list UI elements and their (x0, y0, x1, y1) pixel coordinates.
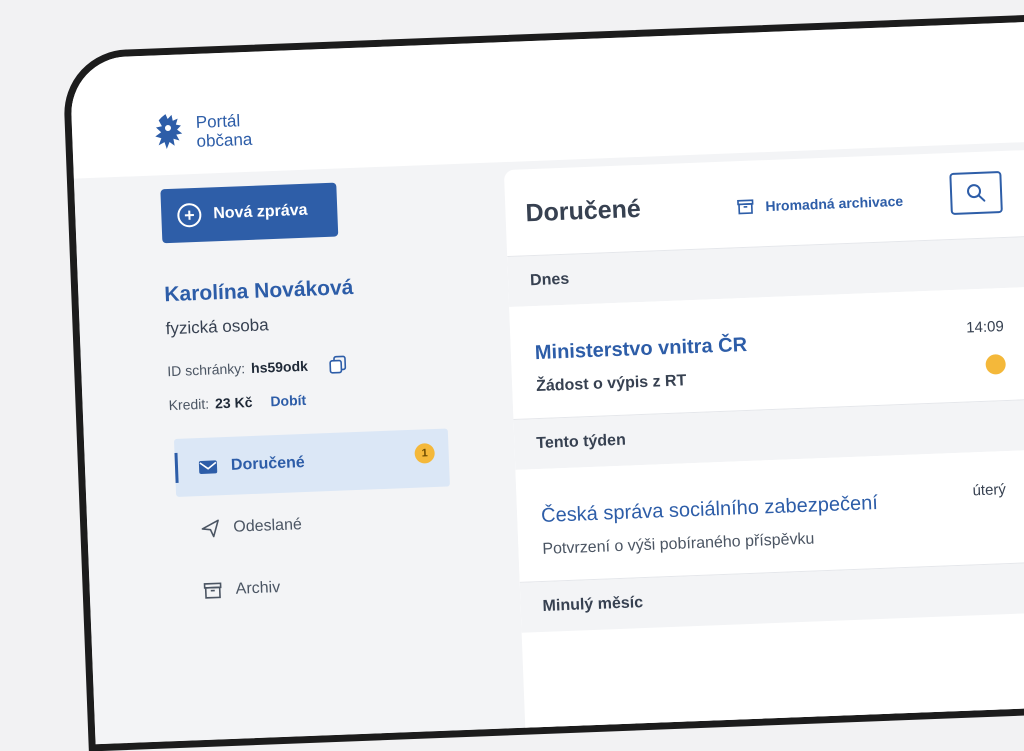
box-id-row: ID schránky: hs59odk (167, 350, 468, 382)
user-name: Karolína Nováková (163, 275, 354, 307)
message-subject: Žádost o výpis z RT (535, 372, 687, 396)
box-id-value: hs59odk (250, 357, 309, 376)
message-sender: Ministerstvo vnitra ČR (534, 333, 748, 365)
portal-logo[interactable]: Portál občana (151, 110, 253, 154)
credit-row: Kredit: 23 Kč Dobít (168, 386, 468, 414)
message-time: úterý (972, 481, 1007, 500)
lion-emblem-icon (155, 114, 183, 150)
archive-icon (203, 582, 222, 599)
sidebar-item-inbox[interactable]: Doručené 1 (173, 428, 450, 497)
topup-link[interactable]: Dobít (270, 392, 306, 409)
sidebar-item-label: Archiv (235, 579, 281, 598)
bulk-archive-label: Hromadná archivace (765, 192, 904, 215)
message-time: 14:09 (965, 318, 1005, 337)
logo-line-1: Portál (195, 111, 241, 132)
page-title: Doručené (524, 194, 642, 228)
user-type: fyzická osoba (165, 315, 269, 339)
send-icon (201, 519, 219, 538)
credit-label: Kredit: (168, 395, 210, 414)
sidebar-item-sent[interactable]: Odeslané (176, 490, 452, 558)
message-row[interactable]: Ministerstvo vnitra ČR Žádost o výpis z … (509, 283, 1024, 420)
copy-icon[interactable] (327, 354, 348, 375)
sidebar-item-archive[interactable]: Archiv (179, 552, 455, 620)
unread-count-badge: 1 (414, 442, 436, 464)
new-message-button[interactable]: + Nová zpráva (160, 182, 339, 244)
box-id-label: ID schránky: (167, 360, 246, 380)
logo-text: Portál občana (195, 111, 252, 151)
bulk-archive-button[interactable]: Hromadná archivace (735, 191, 903, 217)
unread-indicator (985, 354, 1007, 375)
sidebar-item-label: Odeslané (233, 516, 303, 536)
search-button[interactable] (949, 171, 1003, 215)
sidebar-item-label: Doručené (230, 453, 306, 474)
plus-circle-icon: + (176, 202, 202, 228)
message-row[interactable]: Česká správa sociálního zabezpečení Potv… (515, 446, 1024, 583)
sidebar-nav: Doručené 1 Odeslané Archiv (173, 428, 477, 621)
device-frame: Portál občana + Nová zpráva Karolína Nov… (62, 12, 1024, 751)
archive-icon (737, 199, 754, 215)
main-content: + Nová zpráva Karolína Nováková fyzická … (73, 139, 1024, 751)
new-message-label: Nová zpráva (212, 201, 308, 223)
envelope-icon (198, 460, 218, 474)
credit-value: 23 Kč (214, 393, 253, 412)
inbox-panel: Doručené Hromadná archivace Dnes Ministe… (503, 146, 1024, 751)
message-subject: Potvrzení o výši pobíraného příspěvku (542, 530, 815, 558)
message-sender: Česká správa sociálního zabezpečení (540, 492, 879, 527)
sidebar: + Nová zpráva Karolína Nováková fyzická … (160, 178, 476, 621)
search-icon (967, 184, 986, 202)
logo-line-2: občana (196, 129, 253, 151)
